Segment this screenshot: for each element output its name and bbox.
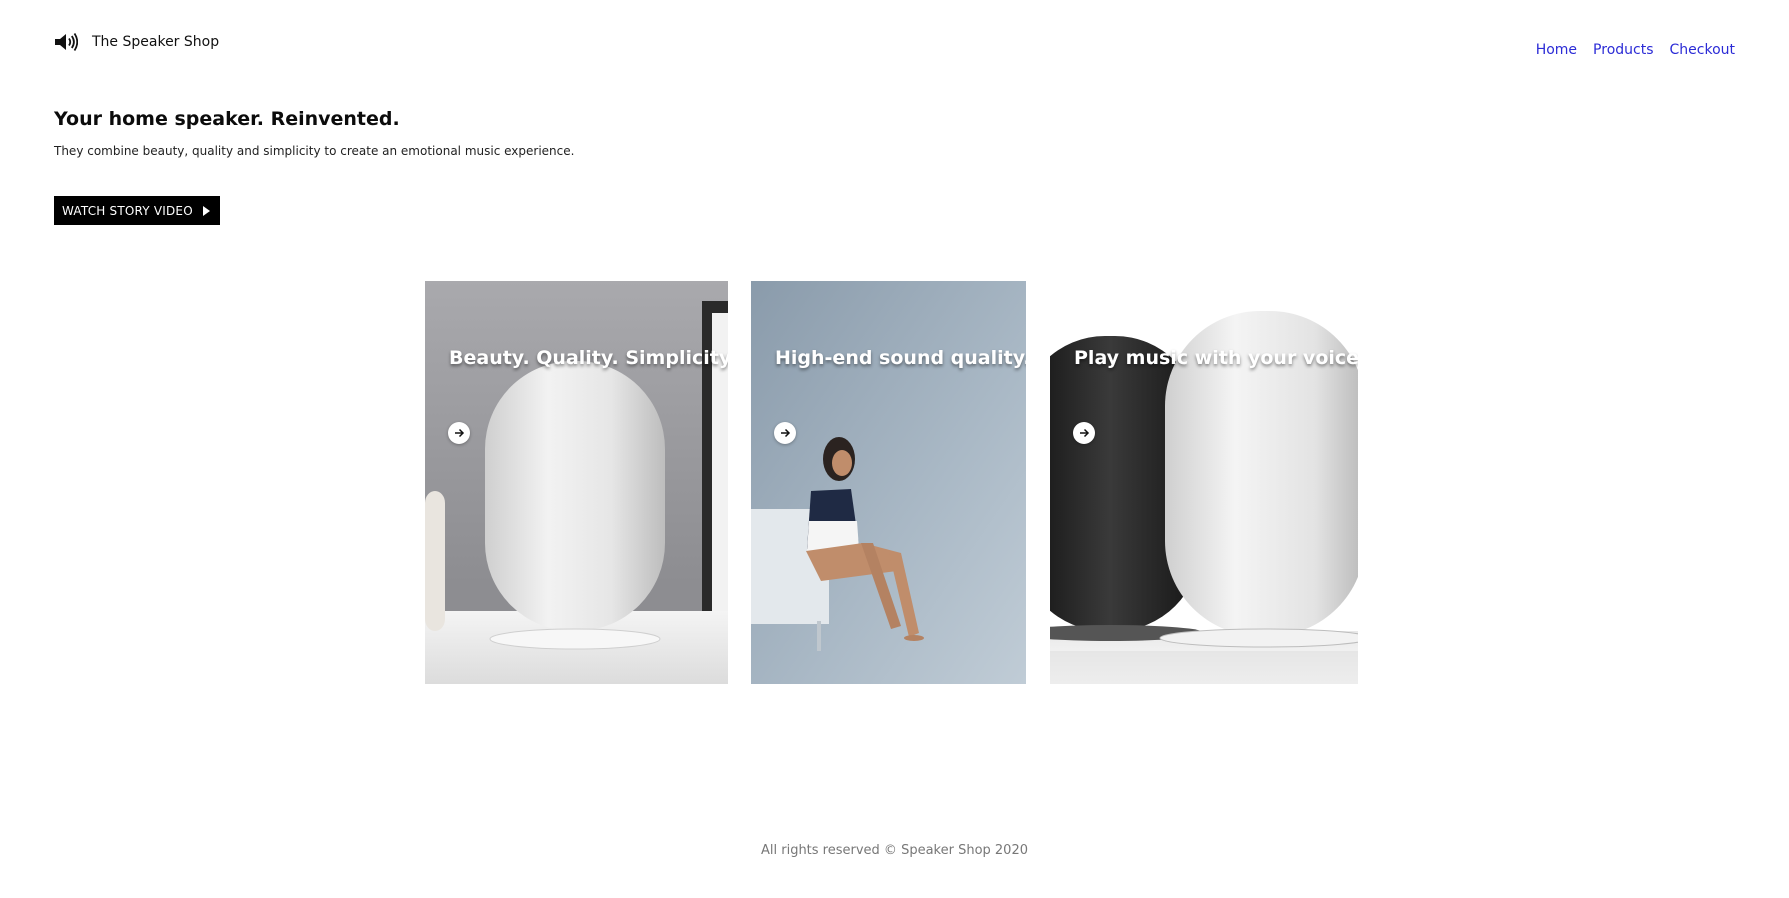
card-image-white-speaker [425, 281, 728, 684]
nav-link-home[interactable]: Home [1536, 42, 1577, 58]
hero-title: Your home speaker. Reinvented. [54, 108, 400, 130]
nav-link-checkout[interactable]: Checkout [1670, 42, 1736, 58]
play-icon [202, 205, 210, 216]
main-nav: Home Products Checkout [1520, 42, 1735, 58]
arrow-right-icon[interactable] [1073, 422, 1095, 444]
hero-subtitle: They combine beauty, quality and simplic… [54, 144, 575, 158]
arrow-right-icon[interactable] [774, 422, 796, 444]
feature-card-beauty[interactable]: Beauty. Quality. Simplicity. [425, 281, 728, 684]
card-image-black-white-speakers [1050, 281, 1358, 684]
hero-section: Your home speaker. Reinvented. They comb… [54, 108, 574, 158]
arrow-right-icon[interactable] [448, 422, 470, 444]
card-title: High-end sound quality. [775, 347, 1026, 369]
brand-name: The Speaker Shop [92, 34, 220, 50]
brand[interactable]: The Speaker Shop [54, 32, 219, 52]
card-title: Play music with your voice. [1074, 347, 1358, 369]
watch-story-video-button[interactable]: WATCH STORY VIDEO [54, 196, 220, 225]
speaker-icon [54, 32, 78, 52]
card-title: Beauty. Quality. Simplicity. [449, 347, 728, 369]
nav-link-products[interactable]: Products [1593, 42, 1653, 58]
card-image-woman-sitting [751, 281, 1026, 684]
feature-card-sound[interactable]: High-end sound quality. [751, 281, 1026, 684]
cta-label: WATCH STORY VIDEO [62, 203, 193, 218]
site-header: The Speaker Shop Home Products Checkout [0, 0, 1789, 80]
copyright-text: All rights reserved © Speaker Shop 2020 [760, 843, 1028, 858]
feature-card-voice[interactable]: Play music with your voice. [1050, 281, 1358, 684]
site-footer: All rights reserved © Speaker Shop 2020 [0, 843, 1789, 858]
